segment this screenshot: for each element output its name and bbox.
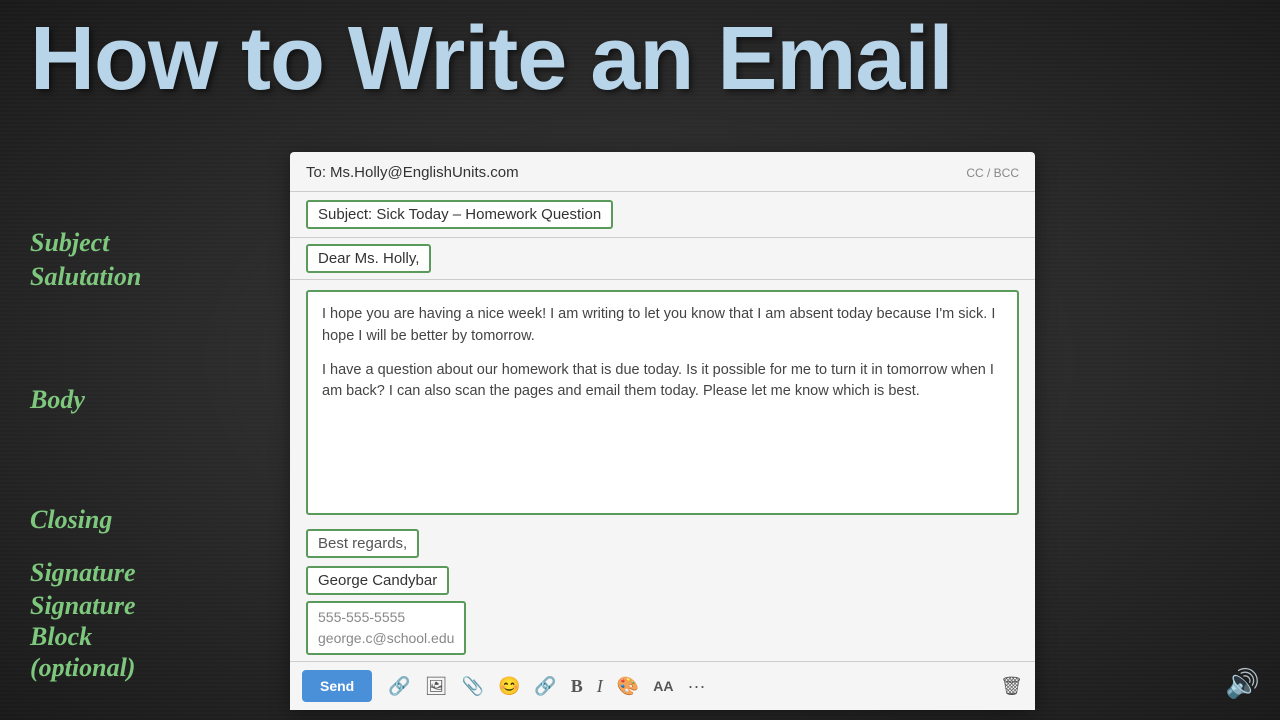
label-sig-block: SignatureBlock(optional) — [30, 590, 136, 684]
label-signature: Signature — [30, 558, 136, 588]
sig-block-row: 555-555-5555 george.c@school.edu — [290, 599, 1035, 661]
volume-icon[interactable]: 🔊 — [1225, 667, 1260, 700]
send-button[interactable]: Send — [302, 670, 372, 702]
email-panel: To: Ms.Holly@EnglishUnits.com CC / BCC S… — [290, 152, 1035, 710]
email-toolbar: Send 🔗 🖼 📎 😊 🔗 B I 🎨 AA ··· 🗑 — [290, 661, 1035, 710]
sig-block-box: 555-555-5555 george.c@school.edu — [306, 601, 466, 655]
color-icon[interactable]: 🎨 — [613, 674, 643, 699]
closing-box[interactable]: Best regards, — [306, 529, 419, 558]
more-options-icon[interactable]: ··· — [683, 674, 709, 699]
salutation-box[interactable]: Dear Ms. Holly, — [306, 244, 431, 273]
attachment-icon[interactable]: 🔗 — [384, 674, 414, 699]
sig-email: george.c@school.edu — [318, 630, 454, 646]
sig-phone: 555-555-5555 — [318, 609, 405, 625]
body-area[interactable]: I hope you are having a nice week! I am … — [306, 290, 1019, 515]
cc-bcc[interactable]: CC / BCC — [966, 166, 1019, 180]
font-size-icon[interactable]: AA — [649, 676, 677, 696]
label-body: Body — [30, 385, 85, 415]
closing-row: Best regards, — [290, 525, 1035, 562]
delete-icon[interactable]: 🗑 — [1000, 676, 1023, 697]
emoji-icon[interactable]: 😊 — [494, 674, 524, 699]
subject-box[interactable]: Subject: Sick Today – Homework Question — [306, 200, 613, 229]
subject-row: Subject: Sick Today – Homework Question — [290, 192, 1035, 238]
image-icon[interactable]: 🖼 — [421, 674, 452, 699]
to-row: To: Ms.Holly@EnglishUnits.com CC / BCC — [290, 152, 1035, 192]
italic-icon[interactable]: I — [593, 674, 607, 699]
label-closing: Closing — [30, 505, 112, 535]
salutation-row: Dear Ms. Holly, — [290, 238, 1035, 280]
file-icon[interactable]: 📎 — [458, 674, 488, 699]
body-para2: I have a question about our homework tha… — [322, 360, 1003, 404]
page-title: How to Write an Email — [0, 10, 1280, 109]
label-salutation: Salutation — [30, 262, 141, 292]
body-para1: I hope you are having a nice week! I am … — [322, 304, 1003, 348]
label-subject: Subject — [30, 228, 109, 258]
signature-row: George Candybar — [290, 562, 1035, 599]
to-address: Ms.Holly@EnglishUnits.com — [330, 164, 519, 181]
link-icon[interactable]: 🔗 — [530, 674, 560, 699]
signature-box[interactable]: George Candybar — [306, 566, 449, 595]
to-label: To: — [306, 164, 326, 181]
bold-icon[interactable]: B — [567, 674, 587, 699]
